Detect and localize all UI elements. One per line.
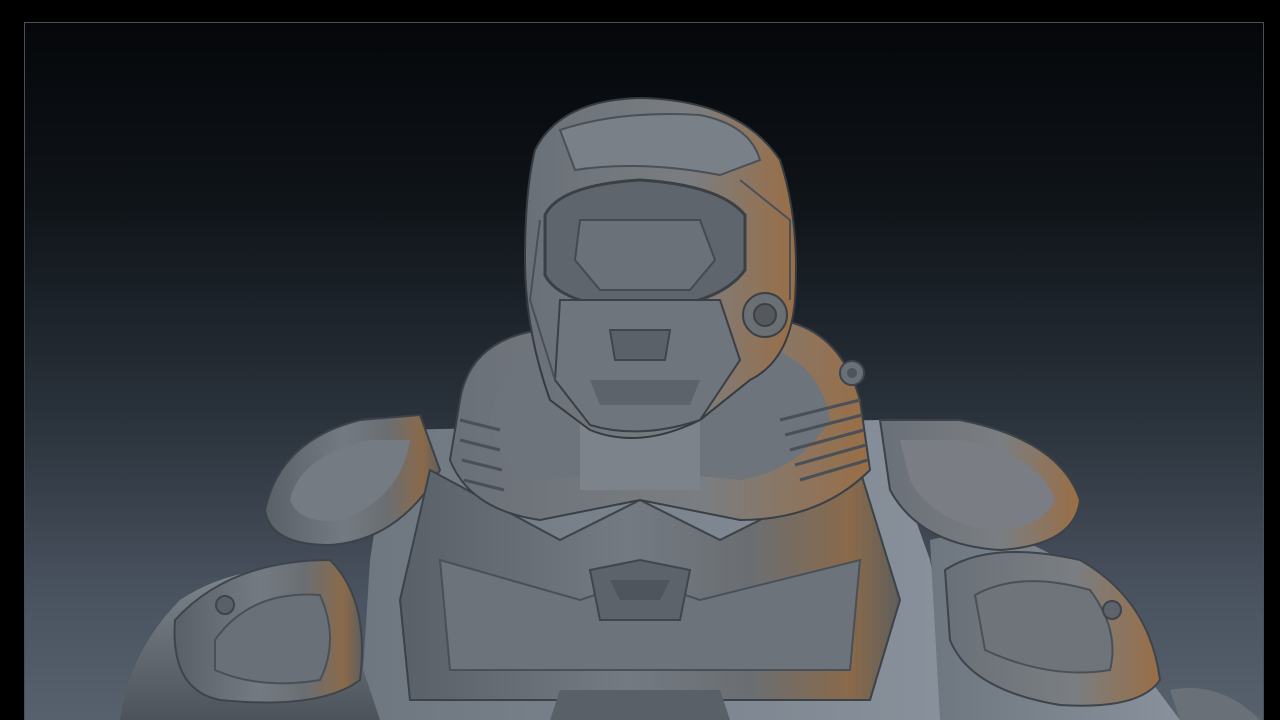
- right-arm: [930, 533, 1260, 720]
- chest-plate: [398, 468, 902, 720]
- left-arm: [120, 558, 380, 720]
- 3d-viewport[interactable]: [0, 0, 1280, 720]
- armored-character-sculpt[interactable]: [0, 0, 1280, 720]
